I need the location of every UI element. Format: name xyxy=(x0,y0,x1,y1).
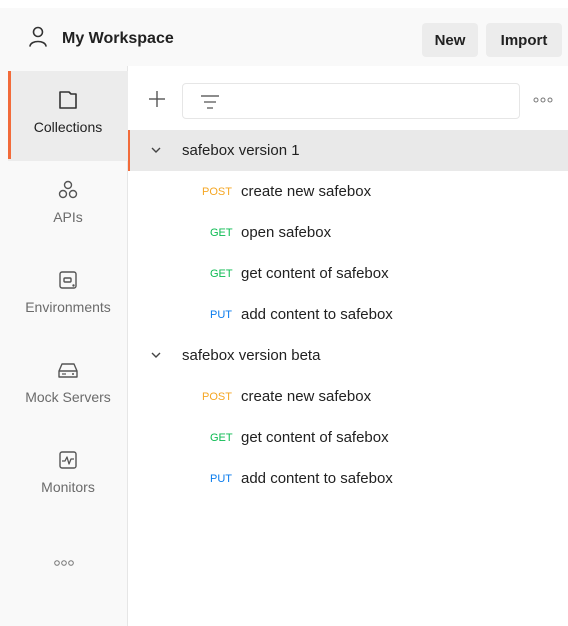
chevron-down-icon[interactable] xyxy=(150,350,162,360)
request-row[interactable]: POST create new safebox xyxy=(128,376,568,417)
collection-name: safebox version 1 xyxy=(182,142,300,159)
monitors-icon xyxy=(59,451,77,469)
request-method-badge: POST xyxy=(202,391,232,403)
import-button[interactable]: Import xyxy=(486,23,562,57)
active-indicator xyxy=(8,71,11,159)
request-row[interactable]: PUT add content to safebox xyxy=(128,458,568,499)
request-name: create new safebox xyxy=(241,388,372,405)
request-method-badge: PUT xyxy=(210,473,232,485)
request-name: get content of safebox xyxy=(241,429,389,446)
sidebar-item-label: Collections xyxy=(33,119,103,135)
filter-box[interactable] xyxy=(182,83,520,119)
sidebar-item-mock-servers[interactable]: Mock Servers xyxy=(8,341,128,431)
request-name: get content of safebox xyxy=(241,265,389,282)
more-icon[interactable] xyxy=(52,558,76,568)
request-name: create new safebox xyxy=(241,183,372,200)
sidebar-item-collections[interactable]: Collections xyxy=(8,71,128,161)
workspace-title[interactable]: My Workspace xyxy=(62,30,174,48)
request-name: open safebox xyxy=(241,224,332,241)
workspace-header: My Workspace New Import xyxy=(0,8,568,66)
user-icon xyxy=(29,26,47,47)
environments-icon xyxy=(59,271,77,289)
app-window: My Workspace New Import Collections APIs xyxy=(0,0,568,626)
collections-icon xyxy=(59,91,77,109)
collections-toolbar xyxy=(128,66,568,128)
request-method-badge: GET xyxy=(210,227,233,239)
request-name: add content to safebox xyxy=(241,306,393,323)
request-row[interactable]: GET get content of safebox xyxy=(128,253,568,294)
apis-icon xyxy=(58,180,78,199)
sidebar-item-label: Monitors xyxy=(41,479,95,495)
sidebar-item-label: Environments xyxy=(25,299,111,315)
plus-icon[interactable] xyxy=(148,90,166,108)
new-button[interactable]: New xyxy=(422,23,478,57)
collection-name: safebox version beta xyxy=(182,347,321,364)
request-row[interactable]: PUT add content to safebox xyxy=(128,294,568,335)
filter-input[interactable] xyxy=(231,90,511,112)
request-method-badge: GET xyxy=(210,432,233,444)
collection-row[interactable]: safebox version beta xyxy=(128,335,568,376)
sidebar-item-apis[interactable]: APIs xyxy=(8,161,128,251)
request-row[interactable]: GET open safebox xyxy=(128,212,568,253)
filter-icon xyxy=(201,95,219,109)
request-row[interactable]: POST create new safebox xyxy=(128,171,568,212)
request-name: add content to safebox xyxy=(241,470,393,487)
chevron-down-icon[interactable] xyxy=(150,145,162,155)
left-sidebar: Collections APIs Environments Mock Serve… xyxy=(0,66,128,626)
sidebar-item-label: Mock Servers xyxy=(25,389,111,405)
more-options-icon[interactable] xyxy=(532,96,554,104)
request-method-badge: PUT xyxy=(210,309,232,321)
collection-row[interactable]: safebox version 1 xyxy=(128,130,568,171)
request-method-badge: GET xyxy=(210,268,233,280)
sidebar-item-monitors[interactable]: Monitors xyxy=(8,431,128,521)
request-method-badge: POST xyxy=(202,186,232,198)
request-row[interactable]: GET get content of safebox xyxy=(128,417,568,458)
collections-tree: safebox version 1 POST create new safebo… xyxy=(128,130,568,499)
sidebar-item-label: APIs xyxy=(53,209,83,225)
sidebar-item-environments[interactable]: Environments xyxy=(8,251,128,341)
mock-servers-icon xyxy=(58,363,78,378)
